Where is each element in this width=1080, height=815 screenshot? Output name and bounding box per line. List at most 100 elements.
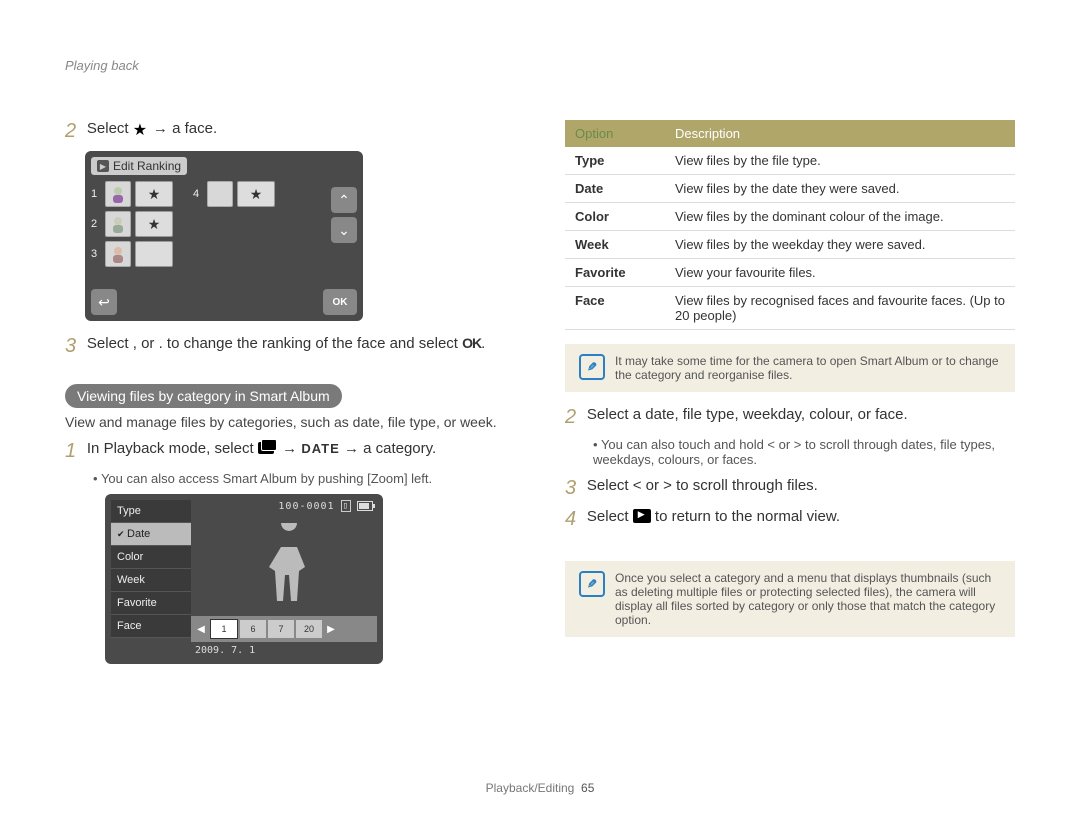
table-header-description: Description — [665, 120, 1015, 147]
options-table: Option Description TypeView files by the… — [565, 120, 1015, 330]
table-row: FaceView files by recognised faces and f… — [565, 287, 1015, 330]
step-text: Select < or > to scroll through files. — [587, 477, 818, 494]
thumbnail-strip: ◀ 1 6 7 20 ▶ — [191, 616, 377, 642]
footer-section: Playback/Editing — [486, 781, 575, 795]
section-paragraph: View and manage files by categories, suc… — [65, 414, 515, 430]
ok-label-icon: OK — [462, 335, 481, 351]
table-row: WeekView files by the weekday they were … — [565, 231, 1015, 259]
rank-number: 4 — [193, 188, 203, 200]
step-number: 1 — [65, 440, 83, 463]
text-fragment: In Playback mode, select — [87, 440, 258, 457]
opt-name: Face — [565, 287, 665, 330]
step-number: 2 — [565, 406, 583, 429]
multi-photo-icon — [258, 442, 274, 454]
opt-name: Week — [565, 231, 665, 259]
cat-menu-item-selected[interactable]: Date — [111, 523, 191, 546]
text-fragment: . — [481, 335, 485, 352]
table-header-option: Option — [565, 120, 665, 147]
date-word-icon: DATE — [301, 441, 339, 456]
ranking-col-left: 1 ★ 2 ★ — [91, 181, 173, 267]
thumbnail[interactable]: 1 — [210, 619, 238, 639]
star-person-icon — [133, 120, 149, 136]
edit-ranking-screenshot: ▶ Edit Ranking 1 ★ 2 — [85, 151, 363, 321]
ok-button[interactable]: OK — [323, 289, 357, 315]
breadcrumb: Playing back — [65, 58, 139, 73]
note-icon — [579, 354, 605, 380]
step-number: 4 — [565, 508, 583, 531]
text-fragment: Select , or . to change the ranking of t… — [87, 335, 462, 352]
cat-menu-item[interactable]: Face — [111, 615, 191, 638]
star-icon: ★ — [148, 186, 161, 203]
category-screenshot: Type Date Color Week Favorite Face 100-0… — [105, 494, 383, 664]
face-thumbnail — [105, 241, 131, 267]
table-row: TypeView files by the file type. — [565, 147, 1015, 175]
photo-counter: 100-0001 ▯ — [278, 500, 373, 512]
step-text: Select , or . to change the ranking of t… — [87, 335, 485, 352]
section-heading-pill: Viewing files by category in Smart Album — [65, 384, 342, 408]
step-text: Select to return to the normal view. — [587, 508, 840, 525]
back-button[interactable]: ↩ — [91, 289, 117, 315]
counter-text: 100-0001 — [278, 501, 334, 512]
right-step-3: 3 Select < or > to scroll through files. — [565, 477, 1015, 500]
right-step-2: 2 Select a date, file type, weekday, col… — [565, 406, 1015, 429]
edit-ranking-title: ▶ Edit Ranking — [91, 157, 187, 175]
scroll-down-button[interactable]: ⌄ — [331, 217, 357, 243]
step-number: 3 — [565, 477, 583, 500]
rank-item: 4 ★ — [193, 181, 275, 207]
prev-thumb-arrow[interactable]: ◀ — [194, 624, 208, 635]
title-text: Edit Ranking — [113, 159, 181, 173]
opt-name: Favorite — [565, 259, 665, 287]
left-column: 2 Select → a face. ▶ Edit Ranking 1 — [65, 120, 515, 795]
opt-name: Color — [565, 203, 665, 231]
category-preview-area: 100-0001 ▯ ◀ 1 6 7 20 ▶ 2 — [191, 500, 377, 658]
note-icon — [579, 571, 605, 597]
step-bullet: You can also access Smart Album by pushi… — [93, 471, 515, 486]
step-bullet: You can also touch and hold < or > to sc… — [593, 437, 1015, 467]
table-row: DateView files by the date they were sav… — [565, 175, 1015, 203]
cat-menu-item[interactable]: Favorite — [111, 592, 191, 615]
rank-star-box: ★ — [135, 211, 173, 237]
play-square-icon: ▶ — [97, 160, 109, 172]
page-footer: Playback/Editing 65 — [0, 781, 1080, 795]
opt-name: Date — [565, 175, 665, 203]
rank-number: 2 — [91, 218, 101, 230]
note-box-1: It may take some time for the camera to … — [565, 344, 1015, 392]
left-step-3: 3 Select , or . to change the ranking of… — [65, 335, 515, 358]
rank-star-box: ★ — [135, 181, 173, 207]
ranking-list: 1 ★ 2 ★ — [91, 181, 357, 267]
playback-icon — [633, 509, 651, 523]
category-menu: Type Date Color Week Favorite Face — [111, 500, 191, 658]
two-column-layout: 2 Select → a face. ▶ Edit Ranking 1 — [65, 120, 1015, 795]
cat-menu-item[interactable]: Color — [111, 546, 191, 569]
step-text: Select a date, file type, weekday, colou… — [587, 406, 908, 423]
rank-item: 2 ★ — [91, 211, 173, 237]
rank-item: 3 — [91, 241, 173, 267]
star-icon: ★ — [250, 186, 263, 203]
rank-star-box: ★ — [237, 181, 275, 207]
thumbnail[interactable]: 20 — [296, 620, 322, 638]
card-icon: ▯ — [341, 500, 351, 512]
text-fragment: Select — [87, 120, 133, 137]
cat-menu-item[interactable]: Type — [111, 500, 191, 523]
page-root: Playing back 2 Select → a face. ▶ Edit R… — [0, 0, 1080, 815]
note-text: Once you select a category and a menu th… — [615, 571, 1001, 627]
next-thumb-arrow[interactable]: ▶ — [324, 624, 338, 635]
footer-page-number: 65 — [581, 781, 594, 795]
scroll-up-button[interactable]: ⌃ — [331, 187, 357, 213]
opt-name: Type — [565, 147, 665, 175]
text-fragment: → a face. — [153, 120, 217, 137]
note-box-2: Once you select a category and a menu th… — [565, 561, 1015, 637]
left-step-1: 1 In Playback mode, select → DATE → a ca… — [65, 440, 515, 463]
step-text: In Playback mode, select → DATE → a cate… — [87, 440, 436, 457]
right-column: Option Description TypeView files by the… — [565, 120, 1015, 795]
scroll-arrows: ⌃ ⌄ — [331, 187, 357, 243]
thumbnail[interactable]: 7 — [268, 620, 294, 638]
table-row: FavoriteView your favourite files. — [565, 259, 1015, 287]
text-fragment: Select — [587, 508, 633, 525]
photo-date-label: 2009. 7. 1 — [195, 645, 255, 656]
opt-desc: View files by the dominant colour of the… — [665, 203, 1015, 231]
step-text: Select → a face. — [87, 120, 217, 137]
thumbnail[interactable]: 6 — [240, 620, 266, 638]
cat-menu-item[interactable]: Week — [111, 569, 191, 592]
face-thumbnail — [105, 211, 131, 237]
